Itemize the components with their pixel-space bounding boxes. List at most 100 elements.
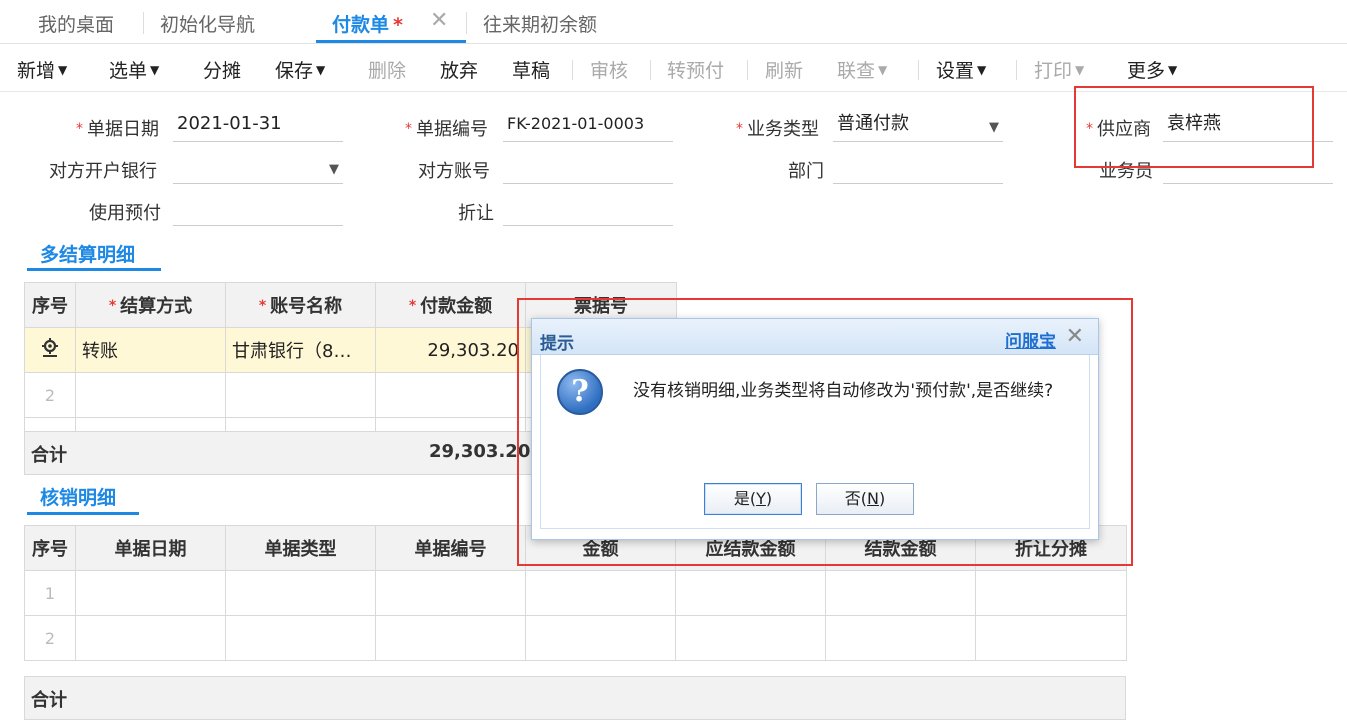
table-cell[interactable] <box>525 570 676 616</box>
tab-opening-balance[interactable]: 往来期初余额 <box>483 10 597 37</box>
number-field[interactable]: FK-2021-01-0003 <box>503 110 673 142</box>
more-button[interactable]: 更多 ▼ <box>1127 56 1177 83</box>
required-marker: * <box>258 298 267 314</box>
gear-icon[interactable] <box>39 338 61 358</box>
toolbar-divider <box>1016 60 1017 80</box>
required-marker: * <box>736 121 743 137</box>
table-cell[interactable] <box>675 570 826 616</box>
dialog-title: 提示 <box>540 334 574 354</box>
table-row[interactable]: 2 <box>24 615 1127 661</box>
tab-divider <box>466 12 467 34</box>
close-icon[interactable]: ✕ <box>1066 324 1084 349</box>
active-tab-indicator <box>316 40 466 43</box>
chevron-down-icon: ▼ <box>977 63 987 77</box>
settings-button[interactable]: 设置 ▼ <box>936 56 986 83</box>
total-amount: 29,303.20 <box>429 441 531 462</box>
table-cell[interactable] <box>525 615 676 661</box>
unsaved-marker: * <box>393 14 403 36</box>
tab-payment-voucher[interactable]: 付款单 * <box>332 10 403 37</box>
row-settings-cell[interactable] <box>24 327 76 373</box>
print-button[interactable]: 打印 ▼ <box>1034 56 1084 83</box>
no-label: 否( <box>844 489 868 508</box>
discount-label: 折让 <box>458 203 494 224</box>
yes-label-end: ) <box>765 489 773 508</box>
table-cell[interactable] <box>225 615 376 661</box>
toolbar-divider <box>572 60 573 80</box>
chevron-down-icon: ▼ <box>316 63 326 77</box>
no-button[interactable]: 否(N) <box>816 483 914 515</box>
chevron-down-icon: ▼ <box>150 63 160 77</box>
method-cell[interactable]: 转账 <box>75 327 226 373</box>
row-number: 2 <box>24 372 76 418</box>
dept-label: 部门 <box>788 161 824 182</box>
date-field[interactable]: 2021-01-31 <box>173 110 343 142</box>
col-header-type: 单据类型 <box>225 525 376 571</box>
col-header-method-text: 结算方式 <box>120 296 193 317</box>
save-button[interactable]: 保存 ▼ <box>275 56 325 83</box>
tab-bar: 我的桌面 初始化导航 付款单 * ✕ 往来期初余额 <box>0 0 1347 44</box>
split-button[interactable]: 分摊 <box>203 56 241 83</box>
biztype-select[interactable]: 普通付款 ▼ <box>833 110 1003 142</box>
close-tab-icon[interactable]: ✕ <box>430 8 448 33</box>
yes-button[interactable]: 是(Y) <box>704 483 802 515</box>
writeoff-section-title[interactable]: 核销明细 <box>40 483 116 510</box>
account-cell[interactable] <box>225 372 376 418</box>
table-cell[interactable] <box>825 615 976 661</box>
to-prepay-button[interactable]: 转预付 <box>667 56 724 83</box>
row-number: 1 <box>24 570 76 616</box>
amount-cell[interactable]: 29,303.20 <box>375 327 526 373</box>
select-button[interactable]: 选单 ▼ <box>109 56 159 83</box>
chevron-down-icon: ▼ <box>989 120 999 135</box>
bank-select[interactable]: ▼ <box>173 152 343 184</box>
audit-button[interactable]: 审核 <box>590 56 628 83</box>
tab-init-nav[interactable]: 初始化导航 <box>160 10 255 37</box>
select-label: 选单 <box>109 60 148 82</box>
discount-field[interactable] <box>503 194 673 226</box>
account-field[interactable] <box>503 152 673 184</box>
row-number: 2 <box>24 615 76 661</box>
print-label: 打印 <box>1034 60 1073 82</box>
more-label: 更多 <box>1127 60 1166 82</box>
table-row[interactable]: 1 <box>24 570 1127 616</box>
dept-field[interactable] <box>833 152 1003 184</box>
link-query-button[interactable]: 联查 ▼ <box>837 56 887 83</box>
col-header-no: 序号 <box>24 525 76 571</box>
col-header-no: 序号 <box>24 282 76 328</box>
table-cell[interactable] <box>375 615 526 661</box>
table-cell[interactable] <box>975 615 1127 661</box>
delete-button[interactable]: 删除 <box>368 56 406 83</box>
table-cell[interactable] <box>75 615 226 661</box>
draft-button[interactable]: 草稿 <box>512 56 550 83</box>
tab-desktop[interactable]: 我的桌面 <box>38 10 114 37</box>
table-cell[interactable] <box>975 570 1127 616</box>
account-cell[interactable]: 甘肃银行（8… <box>225 327 376 373</box>
table-cell[interactable] <box>225 570 376 616</box>
chevron-down-icon: ▼ <box>1075 63 1085 77</box>
yes-label: 是( <box>733 489 757 508</box>
method-cell[interactable] <box>75 372 226 418</box>
biztype-value: 普通付款 <box>837 113 909 134</box>
refresh-button[interactable]: 刷新 <box>765 56 803 83</box>
add-button[interactable]: 新增 ▼ <box>17 56 67 83</box>
required-marker: * <box>108 298 117 314</box>
table-cell[interactable] <box>675 615 826 661</box>
col-header-date: 单据日期 <box>75 525 226 571</box>
section-underline <box>27 268 161 271</box>
help-link[interactable]: 问服宝 <box>1005 327 1056 352</box>
discard-button[interactable]: 放弃 <box>440 56 478 83</box>
col-header-amount: * 付款金额 <box>375 282 526 328</box>
section-underline <box>27 512 139 515</box>
confirm-dialog: 提示 问服宝 ✕ ? 没有核销明细,业务类型将自动修改为'预付款',是否继续? … <box>531 318 1099 540</box>
dialog-header: 提示 问服宝 ✕ <box>532 319 1098 355</box>
tab-divider <box>143 12 144 34</box>
chevron-down-icon: ▼ <box>329 162 339 177</box>
table-cell[interactable] <box>825 570 976 616</box>
table-cell[interactable] <box>75 570 226 616</box>
settlement-section-title[interactable]: 多结算明细 <box>40 240 135 267</box>
table-cell[interactable] <box>375 570 526 616</box>
total-label: 合计 <box>31 445 67 466</box>
prepay-field[interactable] <box>173 194 343 226</box>
amount-cell[interactable] <box>375 372 526 418</box>
date-label: * 单据日期 <box>76 115 159 141</box>
prepay-label: 使用预付 <box>89 203 161 224</box>
